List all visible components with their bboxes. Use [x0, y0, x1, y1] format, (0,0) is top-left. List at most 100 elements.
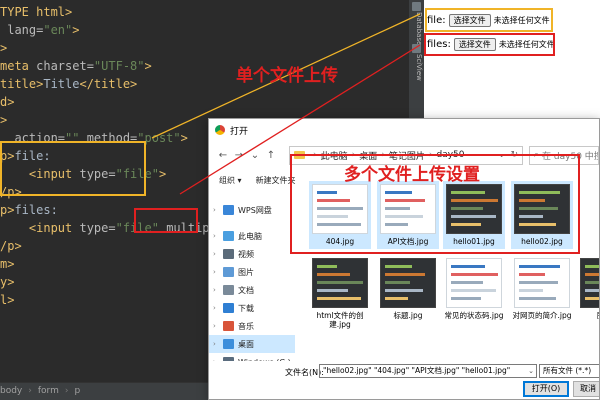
code-token: <input [0, 221, 80, 235]
multiple-input-highlight [424, 33, 555, 56]
forward-icon[interactable]: → [231, 150, 247, 161]
file-thumbnail[interactable]: 常见的状态码.jpg [443, 255, 505, 335]
preview-detail [385, 223, 408, 226]
dialog-titlebar: 打开 [209, 119, 599, 141]
sciview-tab[interactable]: SciView [411, 54, 423, 81]
back-icon[interactable]: ← [215, 150, 231, 161]
preview-detail [385, 273, 425, 276]
browser-preview: file: 选择文件 未选择任何文件 files: 选择文件 未选择任何文件 [424, 0, 600, 120]
cancel-button[interactable]: 取消 [573, 381, 599, 397]
preview-detail [385, 199, 425, 202]
up-icon[interactable]: ↑ [263, 150, 279, 161]
sciview-icon [412, 44, 421, 53]
path-segment[interactable]: day50 [436, 150, 464, 160]
image-preview [380, 184, 436, 234]
code-token: type= [79, 221, 116, 235]
code-line: > [0, 111, 7, 129]
preview-detail [585, 289, 599, 292]
chevron-right-icon[interactable]: › [213, 286, 223, 294]
preview-detail [519, 199, 545, 202]
file-thumbnail[interactable]: hello01.jpg [443, 181, 505, 249]
file-thumbnail[interactable]: hello02.jpg [511, 181, 573, 249]
file-thumbnail[interactable]: html文件的创建.jpg [309, 255, 371, 335]
nav-item[interactable]: › 音乐 [209, 317, 295, 335]
chevron-right-icon[interactable]: › [213, 268, 223, 276]
code-token: > [0, 113, 8, 127]
preview-detail [585, 273, 599, 276]
file-name: 对网页的简介.jpg [512, 311, 572, 320]
chevron-right-icon[interactable]: › [213, 232, 223, 240]
chevron-down-icon[interactable]: ⌄ [247, 150, 263, 161]
download-icon [223, 303, 234, 313]
nav-item[interactable]: › 视频 [209, 245, 295, 263]
filename-input[interactable]: "hello02.jpg" "404.jpg" "API文档.jpg" "hel… [319, 364, 537, 378]
code-line: meta charset="UTF-8"> [0, 57, 152, 75]
preview-detail [451, 215, 496, 218]
nav-item-label: WPS网盘 [238, 205, 272, 215]
chevron-right-icon[interactable]: › [213, 322, 223, 330]
code-line: > [0, 39, 7, 57]
file-thumbnail[interactable]: 标题.jpg [377, 255, 439, 335]
nav-item[interactable]: › 下载 [209, 299, 295, 317]
nav-item-label: 音乐 [238, 321, 254, 331]
organize-button[interactable]: 组织 ▾ [219, 175, 242, 186]
nav-item[interactable]: › WPS网盘 [209, 201, 295, 219]
preview-detail [385, 191, 412, 194]
code-line: p>files: [0, 201, 58, 219]
tool-window-strip: Database SciView [408, 0, 424, 120]
chevron-right-icon[interactable]: › [213, 340, 223, 348]
preview-detail [385, 281, 410, 284]
nav-item[interactable]: › 桌面 [209, 335, 295, 353]
image-preview [380, 258, 436, 308]
refresh-icon[interactable]: ↻ [510, 150, 518, 160]
chevron-right-icon[interactable]: › [213, 304, 223, 312]
code-token: Title [43, 77, 80, 91]
preview-detail [519, 273, 545, 276]
code-token: TYPE html> [0, 5, 73, 19]
nav-item-label: 文档 [238, 285, 254, 295]
nav-item[interactable]: › 文档 [209, 281, 295, 299]
preview-detail [519, 265, 560, 268]
preview-detail [585, 281, 599, 284]
preview-detail [317, 223, 361, 226]
code-token: d> [0, 95, 15, 109]
file-thumbnail[interactable]: API文档.jpg [377, 181, 439, 249]
file-thumbnail[interactable]: 服务端 [577, 255, 599, 335]
preview-detail [317, 191, 337, 194]
preview-detail [385, 289, 423, 292]
chrome-icon [215, 125, 225, 135]
code-token: p> [0, 203, 15, 217]
file-name: 常见的状态码.jpg [444, 311, 504, 320]
file-thumbnail[interactable]: 对网页的简介.jpg [511, 255, 573, 335]
preview-detail [317, 297, 361, 300]
nav-item[interactable]: › 此电脑 [209, 227, 295, 245]
navigation-pane: ›WPS网盘›此电脑›视频›图片›文档›下载›音乐›桌面›Windows (C:… [209, 191, 295, 367]
preview-detail [451, 199, 498, 202]
code-line: lang="en"> [0, 21, 79, 39]
path-dropdown-icon[interactable]: ⌄ [498, 150, 506, 160]
database-tab[interactable]: Database [411, 12, 423, 45]
image-preview [312, 258, 368, 308]
preview-detail [519, 289, 543, 292]
preview-detail [385, 215, 423, 218]
breadcrumb-item[interactable]: body [0, 383, 22, 400]
preview-detail [585, 297, 599, 300]
chevron-down-icon[interactable]: ⌄ [528, 365, 534, 377]
nav-item[interactable]: › 图片 [209, 263, 295, 281]
chevron-right-icon[interactable]: › [213, 250, 223, 258]
filetype-select[interactable]: 所有文件 (*.*) [539, 364, 599, 378]
file-thumbnail[interactable]: 404.jpg [309, 181, 371, 249]
preview-detail [451, 207, 483, 210]
open-button[interactable]: 打开(O) [523, 381, 569, 397]
new-folder-button[interactable]: 新建文件夹 [256, 175, 296, 186]
preview-detail [317, 215, 348, 218]
preview-detail [519, 191, 560, 194]
search-input[interactable]: ⌕ 在 day50 中搜 [529, 145, 599, 165]
breadcrumb-item[interactable]: p [74, 383, 80, 400]
chevron-right-icon[interactable]: › [213, 206, 223, 214]
code-line: y> [0, 273, 14, 291]
code-line: d> [0, 93, 14, 111]
breadcrumb-item[interactable]: form [38, 383, 59, 400]
code-token: title> [0, 77, 44, 91]
nav-item-label: 此电脑 [238, 231, 262, 241]
